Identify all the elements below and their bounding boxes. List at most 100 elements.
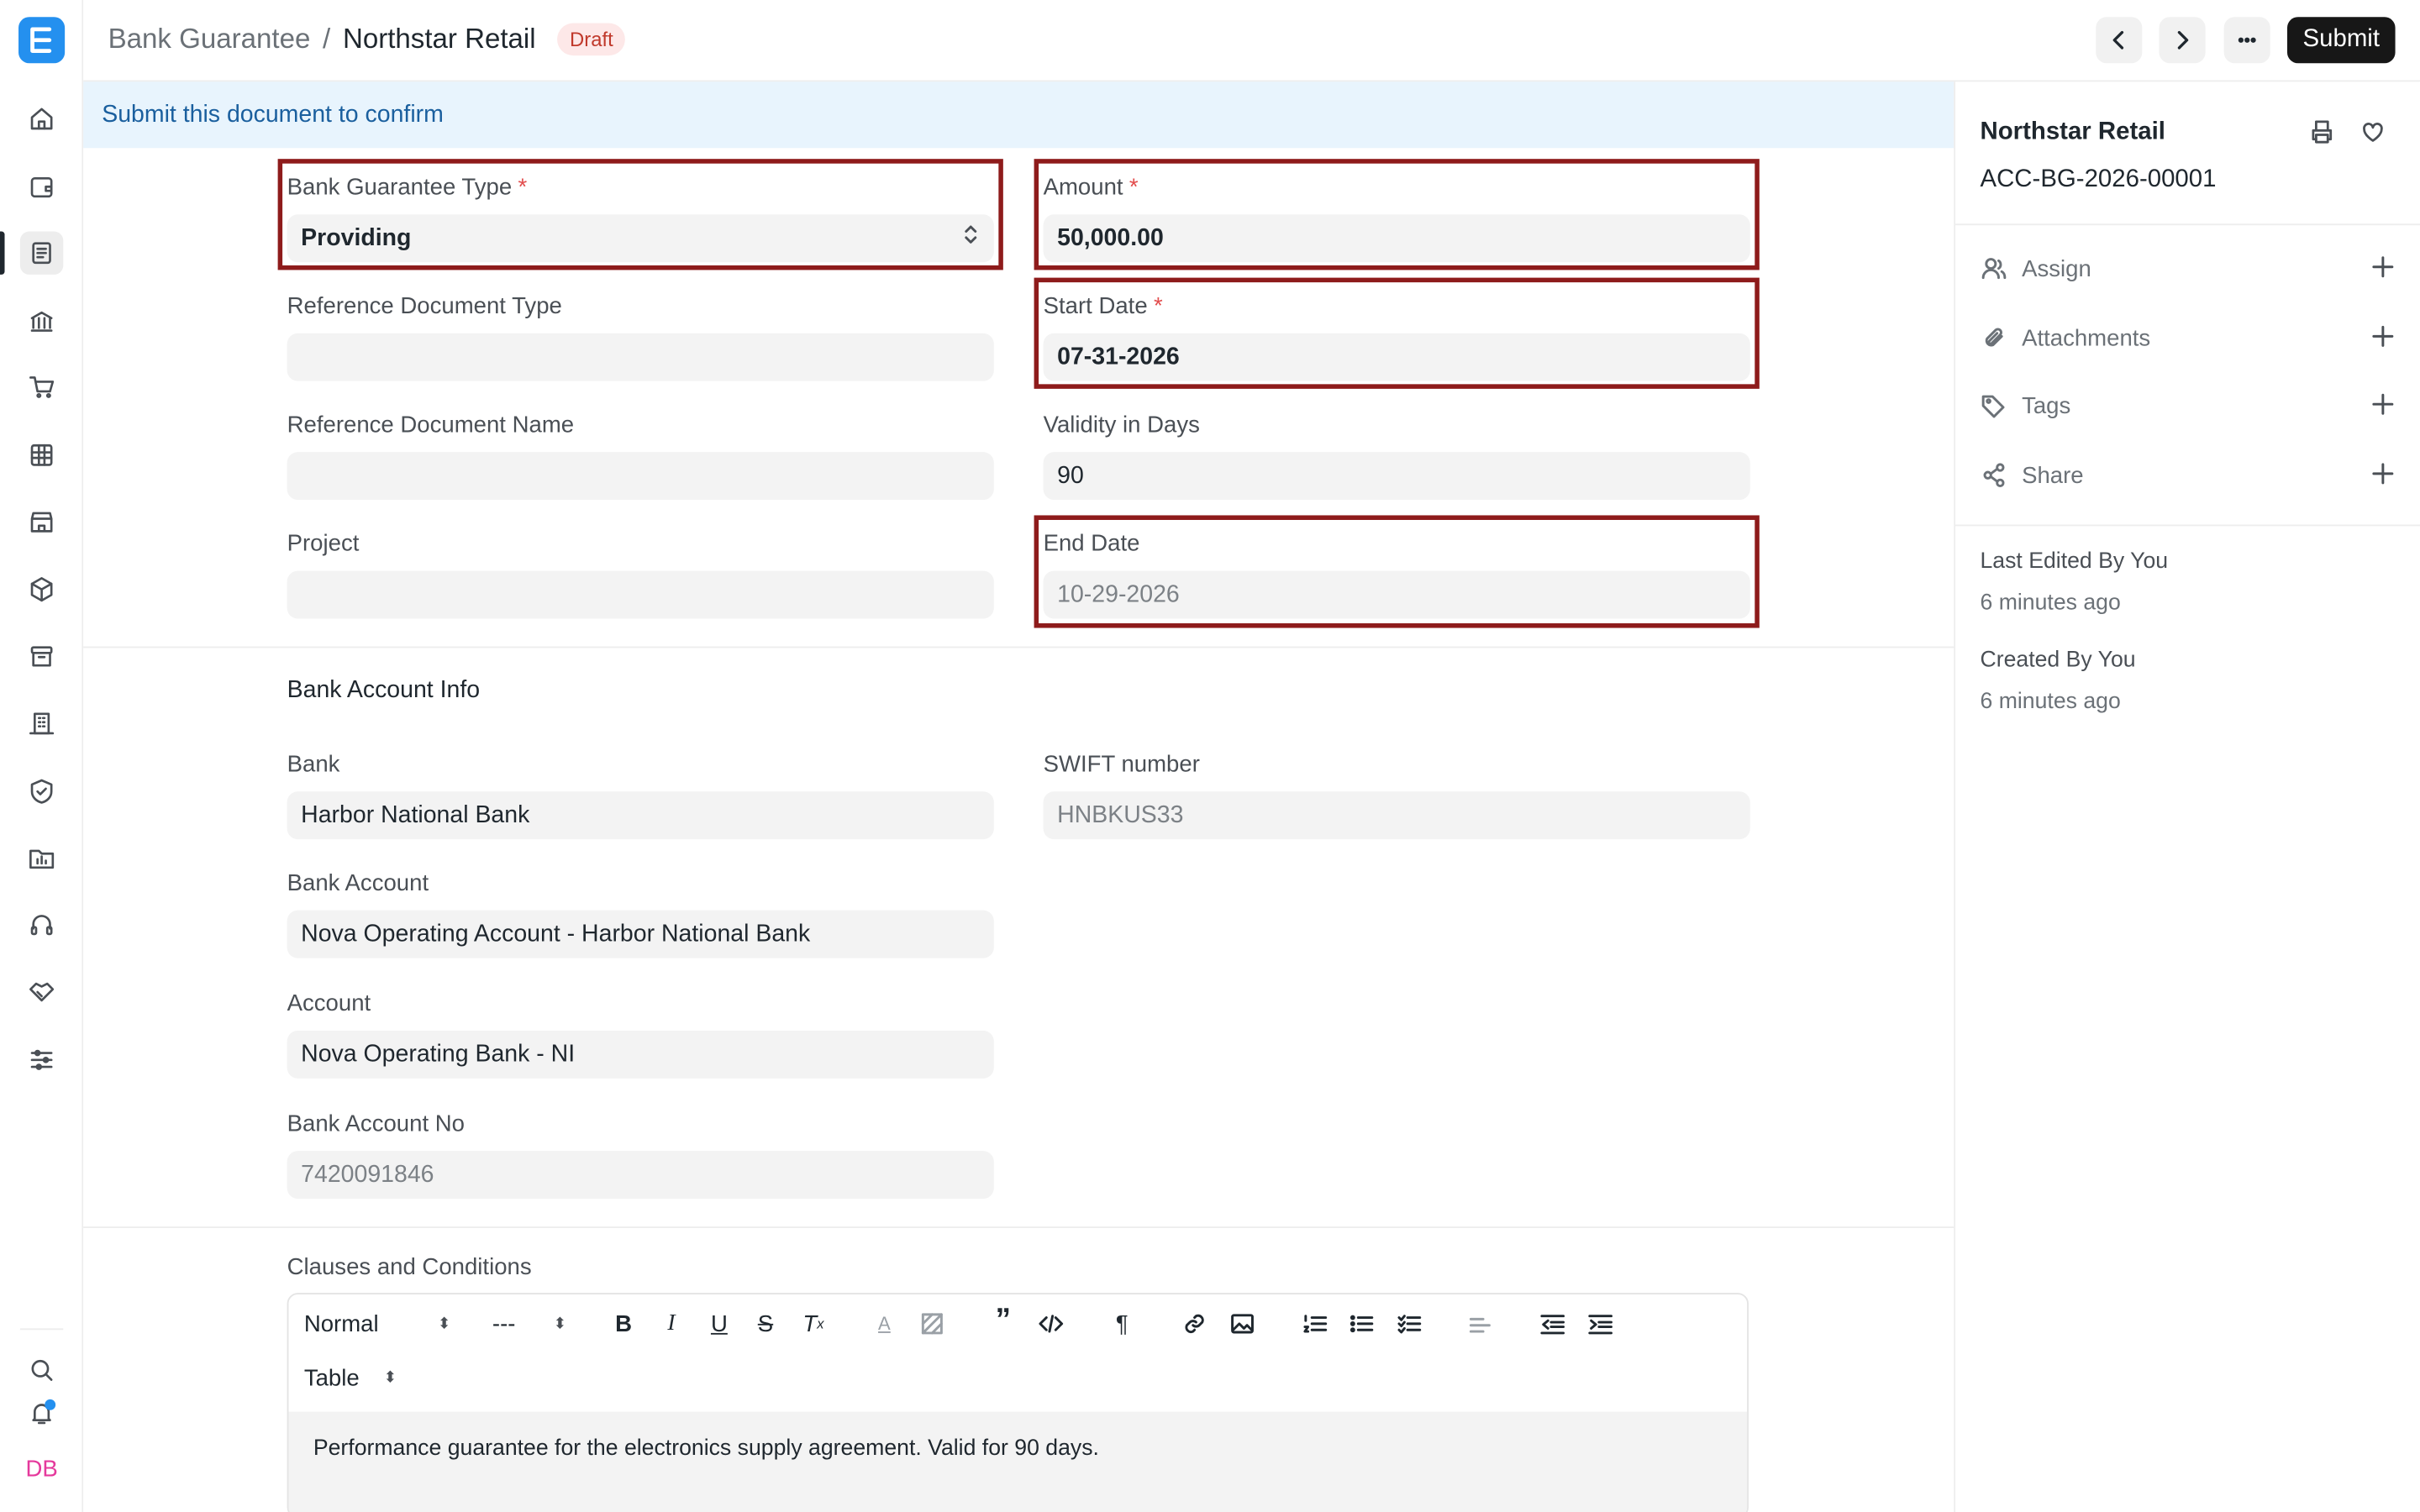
print-icon[interactable]	[2306, 116, 2337, 147]
text-color-icon[interactable]: A	[871, 1310, 898, 1337]
bank-input[interactable]: Harbor National Bank	[287, 791, 994, 840]
validity-in-days-input[interactable]: 90	[1043, 452, 1750, 501]
sidebar-share[interactable]: Share	[1980, 457, 2396, 494]
field-label: Bank Account No	[287, 1110, 465, 1137]
field-label: SWIFT number	[1043, 750, 1200, 777]
field-swift-number: SWIFT number HNBKUS33	[1043, 748, 1750, 840]
background-color-icon[interactable]	[918, 1310, 946, 1337]
field-account: Account Nova Operating Bank - NI	[287, 987, 994, 1079]
font-size-select[interactable]: --- ⬍	[492, 1307, 566, 1341]
previous-button[interactable]	[2096, 17, 2143, 64]
plus-icon[interactable]	[2372, 256, 2396, 281]
created-time: 6 minutes ago	[1980, 690, 2121, 715]
start-date-input[interactable]: 07-31-2026	[1043, 333, 1750, 381]
table-icon[interactable]	[20, 433, 63, 476]
field-bank-account-no: Bank Account No 7420091846	[287, 1108, 994, 1200]
more-actions-button[interactable]	[2223, 17, 2270, 64]
field-label: Bank	[287, 750, 340, 777]
outdent-icon[interactable]	[1539, 1310, 1566, 1337]
amount-input[interactable]: 50,000.00	[1043, 214, 1750, 263]
field-label: Start Date *	[1043, 292, 1163, 319]
settings-sliders-icon[interactable]	[20, 1038, 63, 1081]
field-label: Reference Document Type	[287, 292, 562, 319]
plus-icon[interactable]	[2372, 393, 2396, 417]
link-icon[interactable]	[1181, 1310, 1208, 1337]
share-icon	[1980, 461, 2007, 489]
clauses-editor: Normal ⬍ --- ⬍ B I U S Tx A ” ¶ Table ⬍ …	[287, 1293, 1749, 1512]
italic-icon[interactable]: I	[657, 1310, 685, 1337]
clear-format-icon[interactable]: Tx	[799, 1310, 827, 1337]
home-icon[interactable]	[20, 97, 63, 140]
plus-icon[interactable]	[2372, 463, 2396, 487]
bullet-list-icon[interactable]	[1347, 1310, 1375, 1337]
breadcrumb-separator: /	[323, 23, 331, 55]
ordered-list-icon[interactable]	[1301, 1310, 1328, 1337]
bank-icon[interactable]	[20, 299, 63, 342]
app-logo-icon	[30, 27, 52, 53]
checklist-icon[interactable]	[1395, 1310, 1423, 1337]
box-icon[interactable]	[20, 568, 63, 611]
headset-icon[interactable]	[20, 904, 63, 947]
account-input[interactable]: Nova Operating Bank - NI	[287, 1030, 994, 1079]
reference-document-type-input[interactable]	[287, 333, 994, 381]
code-block-icon[interactable]	[1037, 1310, 1065, 1337]
cart-icon[interactable]	[20, 365, 63, 408]
align-icon[interactable]	[1466, 1310, 1494, 1337]
submit-button[interactable]: Submit	[2286, 17, 2396, 64]
field-label: End Date	[1043, 529, 1140, 557]
heart-icon[interactable]	[2357, 116, 2388, 147]
paperclip-icon	[1980, 324, 2007, 352]
building-icon[interactable]	[20, 702, 63, 745]
bold-icon[interactable]: B	[609, 1310, 637, 1337]
strikethrough-icon[interactable]: S	[751, 1310, 779, 1337]
image-icon[interactable]	[1228, 1310, 1256, 1337]
document-id: ACC-BG-2026-00001	[1980, 166, 2217, 193]
handshake-icon[interactable]	[20, 970, 63, 1013]
tag-icon	[1980, 392, 2007, 420]
project-input[interactable]	[287, 570, 994, 619]
sidebar-assign[interactable]: Assign	[1980, 250, 2396, 287]
accounting-icon[interactable]	[19, 231, 64, 275]
blockquote-icon[interactable]: ”	[989, 1303, 1017, 1336]
paragraph-style-select[interactable]: Normal ⬍	[304, 1307, 450, 1341]
table-menu[interactable]: Table ⬍	[304, 1361, 397, 1394]
chevron-right-icon	[2177, 30, 2189, 50]
user-avatar[interactable]: DB	[22, 1452, 62, 1485]
field-project: Project	[287, 528, 994, 619]
field-label: Account	[287, 990, 371, 1016]
folder-chart-icon[interactable]	[20, 836, 63, 879]
sidebar-tags[interactable]: Tags	[1980, 387, 2396, 424]
app-logo[interactable]	[18, 17, 66, 64]
field-label: Bank Guarantee Type *	[287, 173, 528, 200]
field-amount: Amount * 50,000.00	[1043, 171, 1750, 263]
wallet-icon[interactable]	[20, 165, 63, 208]
field-reference-document-name: Reference Document Name	[287, 409, 994, 501]
next-button[interactable]	[2159, 17, 2206, 64]
clauses-editor-content[interactable]: Performance guarantee for the electronic…	[288, 1411, 1748, 1512]
reference-document-name-input[interactable]	[287, 452, 994, 501]
search-icon[interactable]	[20, 1348, 63, 1391]
bank-guarantee-type-select[interactable]: Providing	[287, 214, 994, 263]
section-title-bank-account-info: Bank Account Info	[287, 677, 481, 704]
sidebar-attachments[interactable]: Attachments	[1980, 319, 2396, 356]
field-label: Bank Account	[287, 869, 429, 896]
field-label: Amount *	[1043, 173, 1139, 200]
bank-account-input[interactable]: Nova Operating Account - Harbor National…	[287, 910, 994, 958]
underline-icon[interactable]: U	[705, 1310, 733, 1337]
field-label: Project	[287, 529, 360, 557]
shield-icon[interactable]	[20, 770, 63, 813]
breadcrumb-parent[interactable]: Bank Guarantee	[108, 24, 311, 56]
field-end-date: End Date 10-29-2026	[1043, 528, 1750, 619]
submit-banner[interactable]: Submit this document to confirm	[83, 81, 1954, 149]
archive-icon[interactable]	[20, 634, 63, 677]
bell-icon[interactable]	[20, 1392, 63, 1435]
indent-icon[interactable]	[1586, 1310, 1614, 1337]
app-root: DB Bank Guarantee / Northstar Retail Dra…	[0, 0, 2420, 1512]
field-label: Validity in Days	[1043, 411, 1200, 438]
text-direction-icon[interactable]: ¶	[1108, 1310, 1136, 1337]
created-label: Created By You	[1980, 648, 2136, 673]
store-icon[interactable]	[20, 500, 63, 543]
page-title: Northstar Retail	[342, 23, 536, 55]
plus-icon[interactable]	[2372, 325, 2396, 350]
field-start-date: Start Date * 07-31-2026	[1043, 290, 1750, 381]
